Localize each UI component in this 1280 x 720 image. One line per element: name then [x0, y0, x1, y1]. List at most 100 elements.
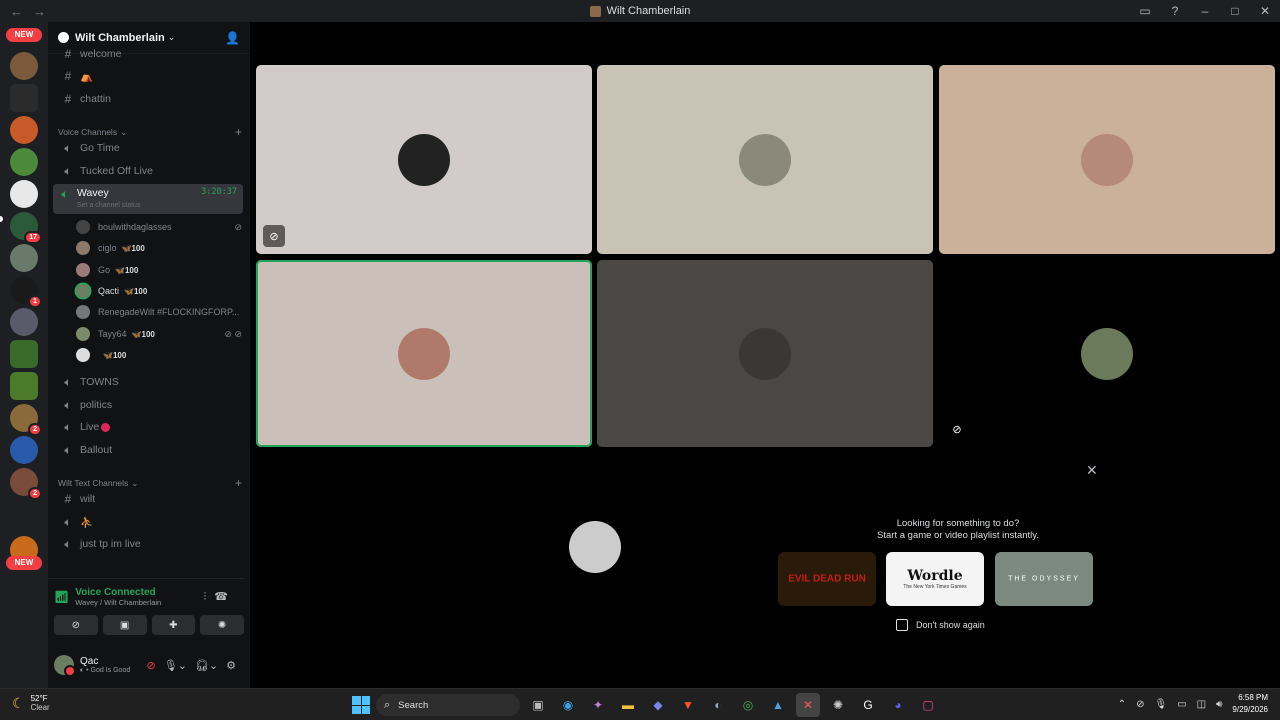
steam-icon[interactable]: ◐	[706, 693, 730, 717]
close-button[interactable]: ✕	[1250, 4, 1280, 18]
task-view-icon[interactable]: ▣	[526, 693, 550, 717]
taskbar-search[interactable]: ⌕ Search	[376, 694, 520, 716]
edge-icon[interactable]: ◉	[556, 693, 580, 717]
disconnect-icon[interactable]: ☎	[214, 591, 236, 603]
volume-icon[interactable]: 🔊︎	[1216, 699, 1222, 710]
channel-wilt[interactable]: # wilt	[56, 489, 242, 509]
mic-tray-icon[interactable]: 🎙︎	[1154, 699, 1167, 710]
voice-channel-go-time[interactable]: 🔈︎ Go Time	[56, 138, 242, 158]
file-explorer-icon[interactable]: ▬	[616, 693, 640, 717]
invite-icon[interactable]: 👤	[225, 31, 240, 45]
activities-button[interactable]: ✚	[151, 615, 196, 635]
mute-tray-icon[interactable]: ⊘	[1136, 699, 1144, 710]
activity-card-odyssey[interactable]: THE ODYSSEY	[995, 552, 1093, 606]
screen-share-button[interactable]: ▣	[102, 615, 147, 635]
network-icon[interactable]: ◫	[1197, 699, 1206, 710]
channel-tent[interactable]: # ⛺	[56, 66, 242, 86]
camera-app-icon[interactable]: ▢	[916, 693, 940, 717]
server-icon[interactable]: 2	[10, 468, 42, 500]
weather-widget[interactable]: ☾ 52°F Clear	[12, 694, 50, 712]
server-icon[interactable]	[10, 308, 38, 336]
voice-member[interactable]: Tayy64 🦋100 ⊘ ⊘	[76, 325, 242, 343]
voice-member[interactable]: boulwithdaglasses ⊘	[76, 218, 242, 236]
teams-icon[interactable]: ◆	[646, 693, 670, 717]
server-icon[interactable]	[10, 116, 38, 144]
brave-icon[interactable]: ▼	[676, 693, 700, 717]
server-icon[interactable]	[10, 84, 38, 112]
server-icon[interactable]: 2	[10, 404, 42, 436]
inbox-icon[interactable]: ▭	[1130, 4, 1160, 18]
help-icon[interactable]: ?	[1160, 4, 1190, 18]
voice-connected-label[interactable]: Voice Connected	[75, 587, 161, 598]
add-channel-icon[interactable]: +	[235, 476, 242, 490]
clock[interactable]: 6:58 PM 9/29/2026	[1232, 692, 1268, 716]
voice-channel-wavey[interactable]: 🔈︎ Wavey 3:20:37 Set a channel status	[53, 184, 243, 214]
server-icon[interactable]: 17	[10, 212, 42, 244]
chrome-icon[interactable]: ◎	[736, 693, 760, 717]
voice-channel-just-tp[interactable]: 🔈︎ just tp im live	[56, 534, 242, 554]
photos-icon[interactable]: ▲	[766, 693, 790, 717]
category-text[interactable]: Wilt Text Channels ⌄ +	[58, 476, 242, 490]
forward-arrow-icon[interactable]: →	[33, 4, 46, 19]
participant-tile[interactable]	[568, 520, 622, 574]
participant-tile[interactable]	[597, 260, 933, 447]
server-icon[interactable]	[10, 180, 38, 208]
camera-off-button[interactable]: ⊘	[54, 615, 98, 635]
voice-channel-live[interactable]: 🔈︎ Live	[56, 417, 242, 437]
server-icon[interactable]	[10, 436, 38, 464]
add-channel-icon[interactable]: +	[235, 125, 242, 139]
g-app-icon[interactable]: G	[856, 693, 880, 717]
voice-member[interactable]: RenegadeWilt #FLOCKINGFORP...	[76, 303, 242, 321]
server-icon[interactable]	[10, 148, 38, 176]
noise-suppression-icon[interactable]: ⫶	[204, 591, 215, 603]
back-arrow-icon[interactable]: ←	[10, 4, 23, 19]
active-app-icon[interactable]: ✕	[796, 693, 820, 717]
muted-icon[interactable]: ⊘	[946, 418, 968, 440]
server-icon[interactable]: 1	[10, 276, 42, 308]
voice-location[interactable]: Wavey / Wilt Chamberlain	[75, 598, 161, 607]
ai-app-icon[interactable]: ✺	[826, 693, 850, 717]
camera-off-icon[interactable]: ⊘	[147, 659, 156, 672]
voice-channel-politics[interactable]: 🔈︎ politics	[56, 395, 242, 415]
participant-tile[interactable]: ⊘	[939, 260, 1275, 447]
activity-card-evil-dead[interactable]: EVIL DEAD RUN	[778, 552, 876, 606]
voice-member[interactable]: Go 🦋100	[76, 261, 242, 279]
channel-chattin[interactable]: # chattin	[56, 89, 242, 109]
channel-welcome[interactable]: # welcome	[56, 44, 242, 64]
maximize-button[interactable]: □	[1220, 4, 1250, 18]
muted-mic-icon[interactable]: ⊘	[263, 225, 285, 247]
server-icon[interactable]	[10, 340, 38, 368]
voice-member[interactable]: 🦋100	[76, 346, 242, 364]
avatar[interactable]	[54, 655, 76, 677]
microphone-icon[interactable]: 🎙︎⌄	[164, 659, 187, 672]
participant-tile[interactable]: ⊘	[256, 65, 592, 254]
category-voice[interactable]: Voice Channels ⌄ +	[58, 125, 242, 139]
chevron-up-icon[interactable]: ⌃	[1118, 699, 1126, 710]
voice-channel-ballout[interactable]: 🔈︎ Ballout	[56, 440, 242, 460]
headphones-icon[interactable]: 🎧︎⌄	[195, 659, 218, 672]
server-icon[interactable]	[10, 52, 38, 80]
voice-channel-towns[interactable]: 🔈︎ TOWNS	[56, 372, 242, 392]
close-icon[interactable]: ✕	[1086, 462, 1098, 479]
server-icon[interactable]	[10, 244, 38, 272]
display-icon[interactable]: ▭	[1177, 699, 1186, 710]
checkbox[interactable]	[896, 619, 908, 631]
voice-member[interactable]: Qacti 🦋100	[76, 282, 242, 300]
voice-channel-emoji[interactable]: 🔈︎ ⛹	[56, 512, 242, 532]
gear-icon[interactable]: ⚙	[226, 659, 236, 672]
participant-tile[interactable]	[597, 65, 933, 254]
copilot-icon[interactable]: ✦	[586, 693, 610, 717]
server-icon[interactable]	[10, 372, 38, 400]
discord-icon[interactable]: ◕	[886, 693, 910, 717]
windows-start-icon[interactable]	[352, 696, 370, 714]
soundboard-button[interactable]: ✺	[200, 615, 244, 635]
signal-icon[interactable]: 📶︎	[54, 590, 69, 604]
participant-tile-speaking[interactable]	[256, 260, 592, 447]
activity-card-wordle[interactable]: Wordle The New York Times Games	[886, 552, 984, 606]
voice-member[interactable]: ciglo 🦋100	[76, 239, 242, 257]
dont-show-again[interactable]: Don't show again	[896, 619, 985, 631]
channel-status[interactable]: Set a channel status	[77, 202, 140, 209]
minimize-button[interactable]: –	[1190, 4, 1220, 18]
voice-channel-tucked-off-live[interactable]: 🔈︎ Tucked Off Live	[56, 161, 242, 181]
participant-tile[interactable]	[939, 65, 1275, 254]
